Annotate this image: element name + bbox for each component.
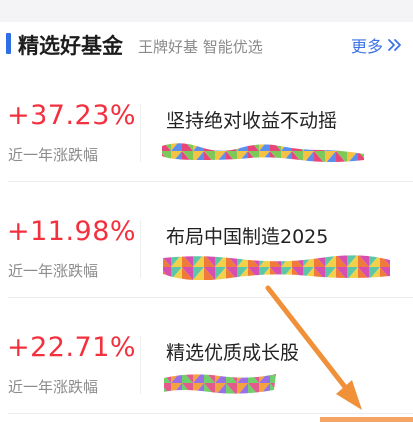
row-separator bbox=[140, 104, 141, 162]
section-header: 精选好基金 王牌好基 智能优选 更多 bbox=[0, 22, 413, 66]
fund-return-label: 近一年涨跌幅 bbox=[8, 378, 99, 396]
section-subtitle: 王牌好基 智能优选 bbox=[138, 38, 263, 56]
row-separator bbox=[140, 336, 141, 394]
fund-name: 坚持绝对收益不动摇 bbox=[166, 110, 338, 132]
bottom-highlight-bar bbox=[320, 417, 413, 422]
fund-return-rate: +11.98% bbox=[7, 216, 137, 247]
more-label: 更多 bbox=[350, 37, 383, 56]
more-button[interactable]: 更多 bbox=[351, 34, 404, 56]
redaction-scribble bbox=[164, 374, 276, 394]
section-accent-bar bbox=[6, 33, 11, 54]
fund-name: 布局中国制造2025 bbox=[166, 226, 329, 248]
redaction-scribble bbox=[163, 255, 390, 280]
section-title: 精选好基金 bbox=[18, 34, 123, 58]
fund-card[interactable]: +37.23% 近一年涨跌幅 坚持绝对收益不动摇 bbox=[0, 66, 413, 182]
chevron-double-right-icon bbox=[388, 39, 401, 51]
redaction-scribble bbox=[162, 143, 364, 162]
row-separator bbox=[140, 220, 141, 278]
fund-card[interactable]: +11.98% 近一年涨跌幅 布局中国制造2025 bbox=[0, 182, 413, 298]
fund-return-label: 近一年涨跌幅 bbox=[8, 262, 99, 280]
row-divider bbox=[8, 413, 413, 414]
top-strip bbox=[0, 0, 413, 22]
fund-return-rate: +22.71% bbox=[7, 332, 137, 363]
fund-name: 精选优质成长股 bbox=[166, 342, 300, 364]
fund-return-label: 近一年涨跌幅 bbox=[8, 146, 99, 164]
fund-card[interactable]: +22.71% 近一年涨跌幅 精选优质成长股 bbox=[0, 298, 413, 414]
fund-return-rate: +37.23% bbox=[7, 100, 137, 131]
